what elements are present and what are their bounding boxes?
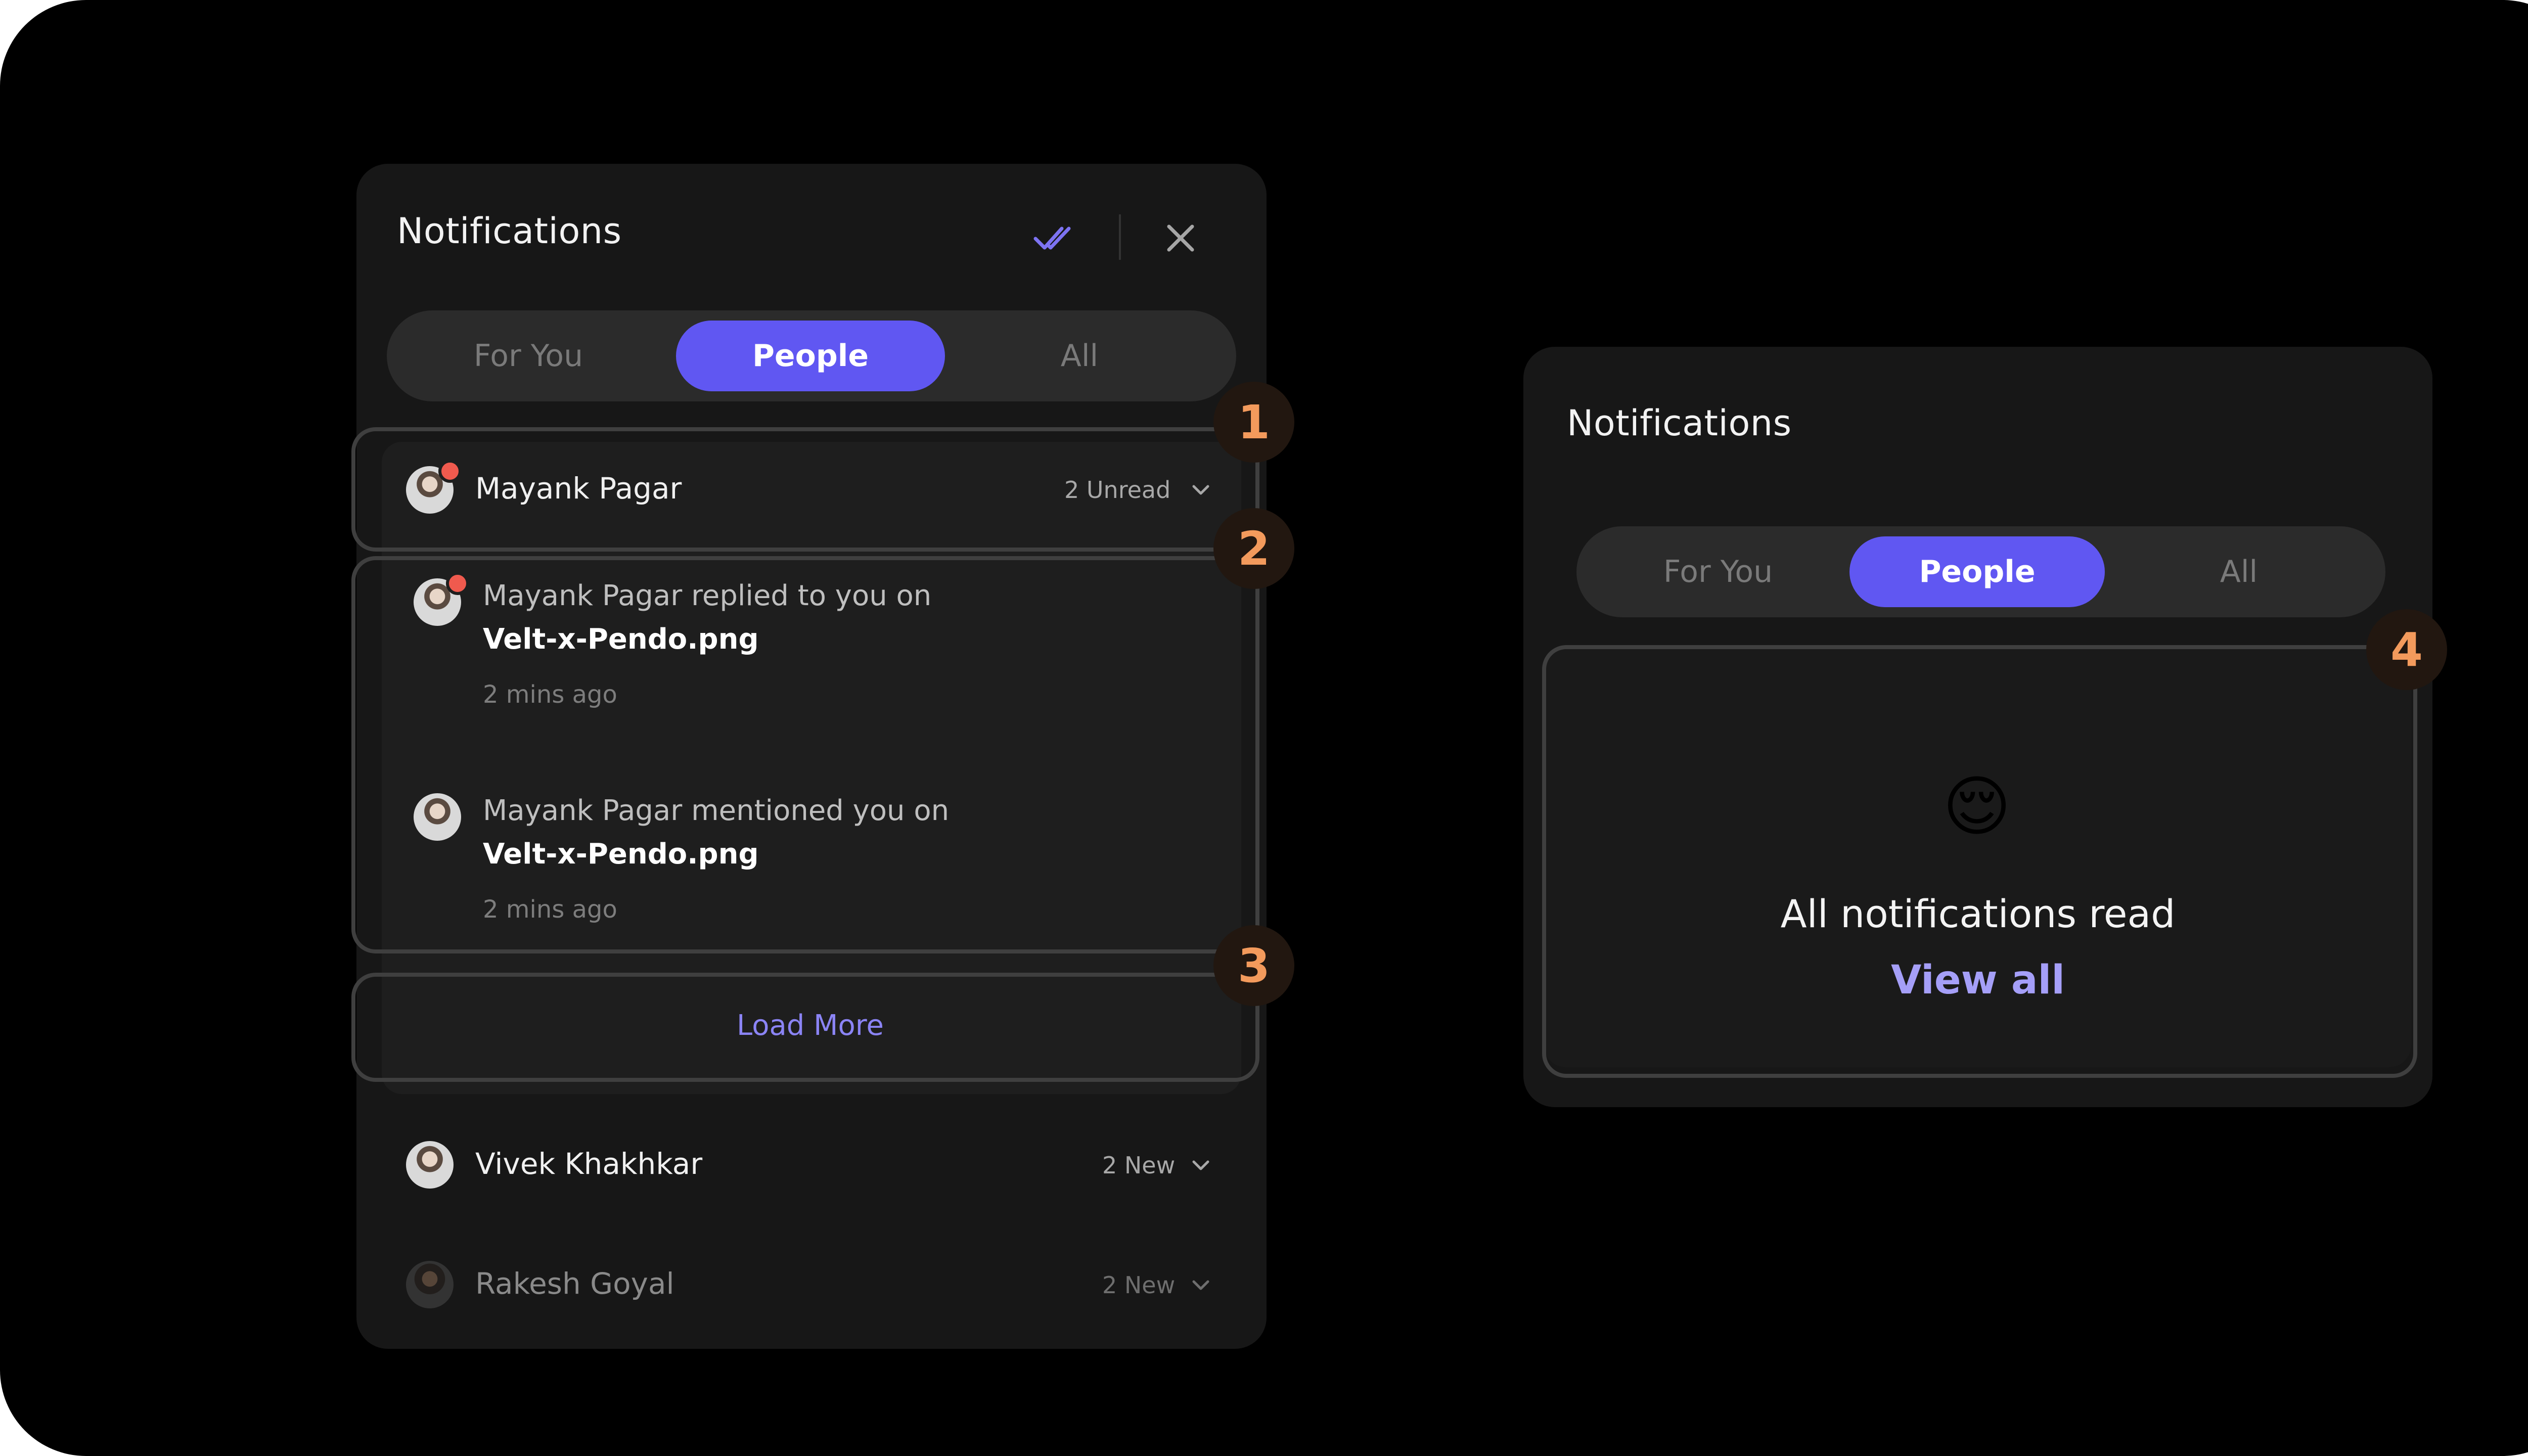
mark-all-read-button[interactable] <box>1031 220 1077 256</box>
annotation-outline-1 <box>351 427 1259 552</box>
annotation-badge-1: 1 <box>1213 382 1294 463</box>
annotation-badge-2: 2 <box>1213 508 1294 589</box>
canvas: Notifications For You People All Mayank … <box>0 0 2528 1456</box>
tab-bar: For You People All <box>387 310 1236 401</box>
annotation-badge-4: 4 <box>2366 609 2447 690</box>
group-name: Vivek Khakhkar <box>475 1147 703 1181</box>
header-divider <box>1119 214 1121 260</box>
annotation-outline-3 <box>351 973 1259 1082</box>
tab-people[interactable]: People <box>1849 536 2105 607</box>
annotation-outline-2 <box>351 556 1259 953</box>
group-status: 2 New <box>1102 1271 1176 1299</box>
group-row-vivek-khakhkar[interactable]: Vivek Khakhkar 2 New <box>382 1114 1241 1215</box>
tab-bar: For You People All <box>1576 526 2385 617</box>
close-button[interactable] <box>1163 220 1198 256</box>
tab-for-you[interactable]: For You <box>432 321 624 391</box>
avatar <box>406 1261 454 1308</box>
tab-all[interactable]: All <box>973 321 1186 391</box>
panel-title: Notifications <box>397 210 622 252</box>
chevron-down-icon[interactable] <box>1191 1158 1211 1173</box>
tab-for-you[interactable]: For You <box>1617 536 1819 607</box>
annotation-badge-3: 3 <box>1213 925 1294 1006</box>
group-row-rakesh-goyal[interactable]: Rakesh Goyal 2 New <box>382 1233 1241 1334</box>
tab-all[interactable]: All <box>2133 536 2345 607</box>
panel-title: Notifications <box>1567 402 1792 444</box>
group-status: 2 New <box>1102 1152 1176 1179</box>
group-name: Rakesh Goyal <box>475 1266 674 1301</box>
tab-people[interactable]: People <box>676 321 945 391</box>
chevron-down-icon[interactable] <box>1191 1278 1211 1293</box>
close-icon <box>1167 224 1194 252</box>
avatar <box>406 1141 454 1189</box>
annotation-outline-4 <box>1542 645 2417 1078</box>
double-check-icon <box>1033 226 1071 250</box>
